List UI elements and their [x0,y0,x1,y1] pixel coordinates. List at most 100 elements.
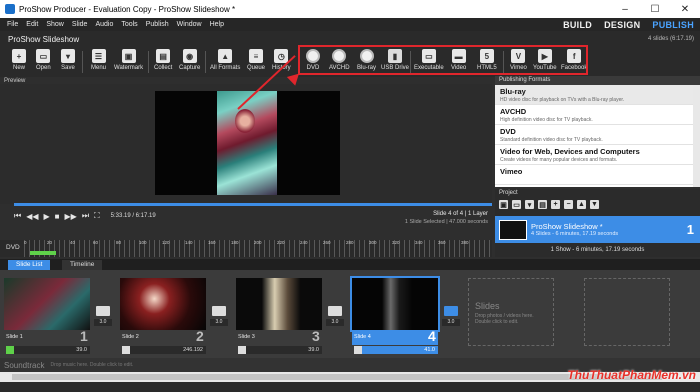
slide-item[interactable]: 3.0 Slide 3 3 39.0 [234,278,346,356]
toolbar-divider [148,51,149,73]
move-up-icon[interactable]: ▲ [577,200,586,209]
menu-tools[interactable]: Tools [121,21,137,28]
transition-icon[interactable] [212,306,226,316]
mode-publish[interactable]: PUBLISH [652,20,694,30]
watermark-button[interactable]: ▣ Watermark [114,49,143,76]
slide-duration[interactable]: 41.0 [354,346,438,354]
transition-duration[interactable]: 3.0 [326,319,344,326]
fast-forward-icon[interactable]: ▶▶ [65,212,77,221]
empty-slide-slot[interactable]: Slides Drop photos / videos here. Double … [468,278,554,346]
mode-build[interactable]: BUILD [563,20,592,30]
menu-button[interactable]: ☰ Menu [91,49,106,76]
new-button[interactable]: + New [12,49,26,76]
format-item-bluray[interactable]: Blu-ray HD video disc for playback on TVs… [495,85,700,105]
menu-file[interactable]: File [7,21,18,28]
menu-show[interactable]: Show [46,21,64,28]
play-icon[interactable] [122,346,130,354]
menu-audio[interactable]: Audio [95,21,113,28]
slide-item-selected[interactable]: 3.0 Slide 4 4 41.0 [350,276,462,356]
slide-duration[interactable]: 39.0 [238,346,322,354]
folder-icon[interactable]: ▭ [512,200,521,209]
collect-button[interactable]: ▤ Collect [154,49,172,76]
maximize-button[interactable]: ☐ [640,0,670,18]
formats-scrollbar[interactable] [693,85,700,187]
format-item-vimeo[interactable]: Vimeo [495,165,700,185]
menu-bar: File Edit Show Slide Audio Tools Publish… [0,18,700,31]
tab-slide-list[interactable]: Slide List [8,260,51,270]
menu-slide[interactable]: Slide [72,21,88,28]
slide-thumbnail [236,278,322,330]
minimize-button[interactable]: – [610,0,640,18]
play-icon[interactable] [238,346,246,354]
project-item-sub: 4 Slides - 6 minutes, 17.19 seconds [531,231,619,237]
play-icon[interactable] [354,346,362,354]
project-toolbar: ▣ ▭ ▾ ▤ + − ▲ ▼ [495,198,700,211]
status-bar [0,382,700,392]
queue-button[interactable]: ≡ Queue [247,49,265,76]
format-item-dvd[interactable]: DVD Standard definition video disc for TV… [495,125,700,145]
remove-icon[interactable]: − [564,200,573,209]
project-footer: 1 Show - 6 minutes, 17.19 seconds [550,247,645,253]
slide-number: 1 [80,328,88,344]
move-down-icon[interactable]: ▼ [590,200,599,209]
skip-end-icon[interactable]: ⏭ [82,211,89,221]
ruler-numbers: 0 20 40 60 80 100 120 140 160 180 200 22… [24,240,469,245]
skip-start-icon[interactable]: ⏮ [14,211,21,221]
transition-duration[interactable]: 3.0 [210,319,228,326]
app-window: ProShow Producer - Evaluation Copy - Pro… [0,0,700,392]
export-icon[interactable]: ▤ [538,200,547,209]
project-thumbnail [499,219,527,240]
fullscreen-icon[interactable]: ⛶ [94,211,100,221]
publishing-formats-panel: Publishing Formats Blu-ray HD video disc … [495,76,700,187]
scrollbar-thumb[interactable] [12,374,662,380]
rewind-icon[interactable]: ◀◀ [26,212,38,221]
menu-help[interactable]: Help [210,21,224,28]
app-icon [5,4,15,14]
menu-publish[interactable]: Publish [146,21,169,28]
slide-number: 4 [428,328,436,344]
slide-item[interactable]: 3.0 Slide 1 1 39.0 [2,278,114,356]
menu-window[interactable]: Window [177,21,202,28]
transition-icon[interactable] [96,306,110,316]
preview-image [217,91,277,195]
soundtrack-hint: Drop music here. Double click to edit. [50,362,134,368]
folder-icon: ▭ [36,49,51,63]
open-button[interactable]: ▭ Open [36,49,51,76]
project-item[interactable]: ProShow Slideshow * 4 Slides - 6 minutes… [495,216,700,243]
transition-icon[interactable] [444,306,458,316]
queue-icon: ≡ [249,49,263,63]
slide-item[interactable]: 3.0 Slide 2 2 246.192 [118,278,230,356]
all-formats-button[interactable]: ▲ All Formats [210,49,240,76]
site-watermark: ThuThuatPhanMem.vn [567,368,696,382]
add-icon[interactable]: + [551,200,560,209]
briefcase-icon[interactable]: ▣ [499,200,508,209]
capture-button[interactable]: ◉ Capture [179,49,200,76]
transition-duration[interactable]: 3.0 [94,319,112,326]
save-icon[interactable]: ▾ [525,200,534,209]
slide-duration[interactable]: 246.192 [122,346,206,354]
save-button[interactable]: ▾ Save [61,49,75,76]
mode-design[interactable]: DESIGN [604,20,640,30]
format-item-video[interactable]: Video for Web, Devices and Computers Crea… [495,145,700,165]
slide-duration[interactable]: 39.0 [6,346,90,354]
transport-controls: ⏮ ◀◀ ▶ ■ ▶▶ ⏭ ⛶ 5:33.19 / 6:17.19 [14,211,156,221]
tab-timeline[interactable]: Timeline [62,260,103,270]
save-icon: ▾ [61,49,75,63]
playback-scrubber[interactable] [14,203,492,206]
stop-icon[interactable]: ■ [55,212,60,221]
format-item-avchd[interactable]: AVCHD High definition video disc for TV p… [495,105,700,125]
view-tabs: Slide List Timeline [0,259,700,270]
window-title: ProShow Producer - Evaluation Copy - Pro… [19,4,236,14]
empty-slide-slot[interactable] [584,278,670,346]
ruler-format-label: DVD [6,244,20,251]
close-button[interactable]: ✕ [670,0,700,18]
timeline-ruler[interactable]: DVD 0 20 40 60 80 100 120 140 160 180 20… [0,240,492,257]
menu-edit[interactable]: Edit [26,21,38,28]
slide-list: 3.0 Slide 1 1 39.0 3.0 Slide 2 2 246.192… [0,270,700,358]
pause-icon[interactable] [6,346,14,354]
transition-duration[interactable]: 3.0 [442,319,460,326]
title-bar: ProShow Producer - Evaluation Copy - Pro… [0,0,700,18]
play-icon[interactable]: ▶ [44,212,50,221]
new-icon: + [12,49,26,63]
transition-icon[interactable] [328,306,342,316]
